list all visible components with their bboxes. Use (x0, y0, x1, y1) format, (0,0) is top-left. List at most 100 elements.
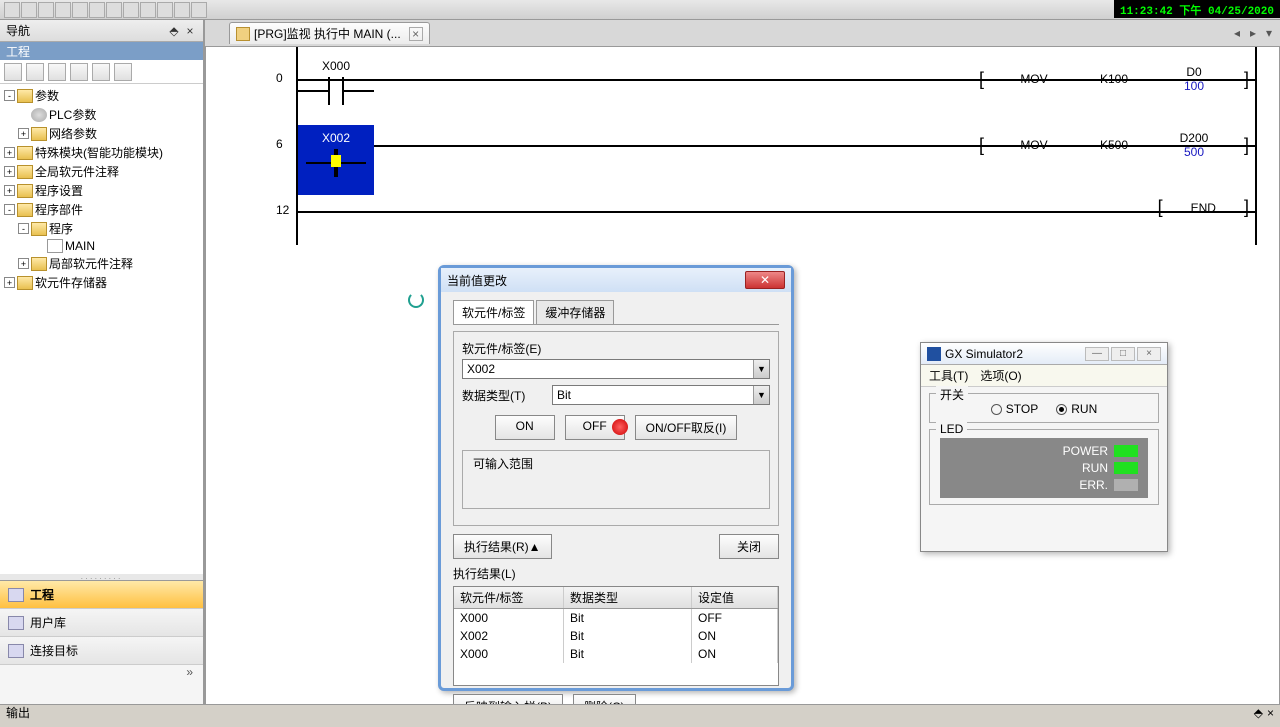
toolbar-icon[interactable] (55, 2, 71, 18)
datatype-combo[interactable]: Bit ▼ (552, 385, 770, 405)
dialog-title: 当前值更改 (447, 272, 507, 289)
tree-item[interactable]: PLC参数 (2, 105, 201, 124)
nav-bottom-tab[interactable]: 连接目标 (0, 637, 203, 665)
expand-icon[interactable]: - (4, 90, 15, 101)
toolbar-icon[interactable] (21, 2, 37, 18)
toolbar-icon[interactable] (191, 2, 207, 18)
maximize-icon[interactable]: □ (1111, 347, 1135, 361)
dialog-titlebar[interactable]: 当前值更改 ✕ (441, 268, 791, 292)
simulator-titlebar[interactable]: GX Simulator2 — □ × (921, 343, 1167, 365)
close-icon[interactable]: × (183, 24, 197, 38)
table-cell: X000 (454, 645, 564, 663)
ladder-rung[interactable]: 0X000[MOVK100D0100] (206, 47, 1279, 113)
toolbar-icon[interactable] (140, 2, 156, 18)
on-button[interactable]: ON (495, 415, 555, 440)
minimize-icon[interactable]: — (1085, 347, 1109, 361)
chevron-down-icon[interactable]: ▼ (753, 386, 769, 404)
led-lamp-icon (1114, 462, 1138, 474)
radio-icon (991, 404, 1002, 415)
pin-icon[interactable]: ⬘ (1254, 706, 1263, 720)
tree-item[interactable]: -程序部件 (2, 200, 201, 219)
tab-next-icon[interactable]: ▸ (1246, 26, 1260, 40)
tab-label: 连接目标 (30, 642, 78, 659)
stop-radio[interactable]: STOP (991, 402, 1038, 416)
tree-item[interactable]: +程序设置 (2, 181, 201, 200)
expand-icon[interactable]: - (18, 223, 29, 234)
tree-toolbar-icon[interactable] (26, 63, 44, 81)
toolbar-icon[interactable] (72, 2, 88, 18)
tree-item[interactable]: - 参数 (2, 86, 201, 105)
tree-item-label: 软元件存储器 (35, 274, 107, 291)
tree-item[interactable]: +特殊模块(智能功能模块) (2, 143, 201, 162)
cursor-dot-icon (612, 419, 628, 435)
datatype-combo-value: Bit (557, 388, 571, 402)
toggle-button[interactable]: ON/OFF取反(I) (635, 415, 738, 440)
toolbar-icon[interactable] (4, 2, 20, 18)
expand-icon[interactable]: - (4, 204, 15, 215)
tree-item[interactable]: +局部软元件注释 (2, 254, 201, 273)
expand-icon[interactable]: + (18, 258, 29, 269)
menu-options[interactable]: 选项(O) (980, 367, 1021, 384)
results-table[interactable]: 软元件/标签 数据类型 设定值 X000BitOFFX002BitONX000B… (453, 586, 779, 686)
document-tab[interactable]: [PRG]监视 执行中 MAIN (... × (229, 22, 430, 44)
tab-device-label[interactable]: 软元件/标签 (453, 300, 534, 324)
result-toggle-button[interactable]: 执行结果(R)▲ (453, 534, 552, 559)
th-device: 软元件/标签 (454, 587, 564, 608)
nav-bottom-tab[interactable]: 用户库 (0, 609, 203, 637)
table-row[interactable]: X002BitON (454, 627, 778, 645)
toolbar-icon[interactable] (106, 2, 122, 18)
pin-icon[interactable]: ⬘ (167, 24, 181, 38)
table-row[interactable]: X000BitON (454, 645, 778, 663)
tab-close-icon[interactable]: × (409, 27, 423, 41)
menu-tools[interactable]: 工具(T) (929, 367, 968, 384)
close-icon[interactable]: × (1267, 706, 1274, 720)
expand-icon[interactable]: + (18, 128, 29, 139)
expand-icon[interactable]: + (4, 277, 15, 288)
expand-icon[interactable]: + (4, 185, 15, 196)
device-field-label: 软元件/标签(E) (462, 342, 541, 356)
tree-item-label: MAIN (65, 239, 95, 253)
close-icon[interactable]: × (1137, 347, 1161, 361)
tree-item[interactable]: + 软元件存储器 (2, 273, 201, 292)
expand-icon[interactable]: + (4, 166, 15, 177)
ladder-rung[interactable]: 6X002[MOVK500D200500] (206, 113, 1279, 179)
toolbar-icon[interactable] (157, 2, 173, 18)
off-button-label: OFF (583, 419, 607, 433)
tree-item[interactable]: -程序 (2, 219, 201, 238)
document-tab-bar: [PRG]监视 执行中 MAIN (... × ◂ ▸ ▾ (205, 20, 1280, 46)
run-label: RUN (1071, 402, 1097, 416)
tab-buffer-memory[interactable]: 缓冲存储器 (536, 300, 614, 324)
tree-item[interactable]: MAIN (2, 238, 201, 254)
ladder-rung[interactable]: 12[END] (206, 179, 1279, 245)
project-tree[interactable]: -参数PLC参数+网络参数+特殊模块(智能功能模块)+全局软元件注释+程序设置-… (0, 84, 203, 574)
toolbar-icon[interactable] (89, 2, 105, 18)
table-row[interactable]: X000BitOFF (454, 609, 778, 627)
tree-toolbar-icon[interactable] (48, 63, 66, 81)
expand-icon[interactable]: + (4, 147, 15, 158)
tree-item[interactable]: +全局软元件注释 (2, 162, 201, 181)
run-radio[interactable]: RUN (1056, 402, 1097, 416)
file-icon (47, 239, 63, 253)
tree-toolbar-icon[interactable] (114, 63, 132, 81)
tab-dropdown-icon[interactable]: ▾ (1262, 26, 1276, 40)
off-button[interactable]: OFF (565, 415, 625, 440)
tree-toolbar-icon[interactable] (4, 63, 22, 81)
toolbar-icon[interactable] (123, 2, 139, 18)
close-button[interactable]: 关闭 (719, 534, 779, 559)
toolbar-icon[interactable] (38, 2, 54, 18)
tab-prev-icon[interactable]: ◂ (1230, 26, 1244, 40)
tree-toolbar-icon[interactable] (70, 63, 88, 81)
dialog-close-button[interactable]: ✕ (745, 271, 785, 289)
tree-toolbar-icon[interactable] (92, 63, 110, 81)
expand-chevron-icon[interactable]: » (0, 665, 203, 681)
chevron-down-icon[interactable]: ▼ (753, 360, 769, 378)
toolbar-icon[interactable] (174, 2, 190, 18)
nav-bottom-tab[interactable]: 工程 (0, 581, 203, 609)
tree-item-label: 网络参数 (49, 125, 97, 142)
rung-number: 0 (276, 71, 283, 85)
tree-item[interactable]: + 网络参数 (2, 124, 201, 143)
table-cell: Bit (564, 645, 692, 663)
contact[interactable]: X000 (298, 59, 374, 105)
device-combo[interactable]: X002 ▼ (462, 359, 770, 379)
tree-item-label: 参数 (35, 87, 59, 104)
